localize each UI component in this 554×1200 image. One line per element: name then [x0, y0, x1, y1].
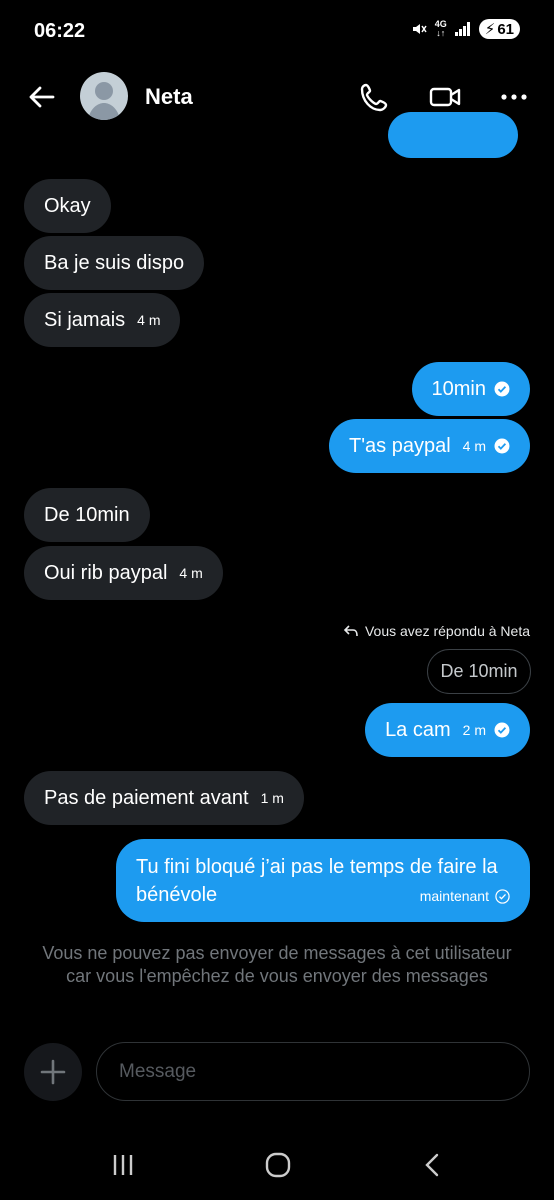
message-bubble-in[interactable]: Si jamais 4 m [24, 293, 181, 347]
message-bubble-in[interactable]: Pas de paiement avant 1 m [24, 771, 304, 825]
message-time: 2 m [462, 722, 486, 738]
message-bubble-out[interactable]: T'as paypal 4 m [329, 419, 530, 473]
reply-note-text: Vous avez répondu à Neta [364, 623, 530, 639]
message-time: 4 m [137, 312, 161, 328]
message-bubble-out[interactable]: 10min [411, 362, 530, 416]
battery-indicator: ⚡ 61 [478, 19, 520, 39]
message-input[interactable] [96, 1042, 530, 1101]
check-icon [494, 722, 510, 738]
message-text: T'as paypal [349, 434, 451, 457]
status-bar: 06:22 4G ↓↑ ⚡ 61 [0, 0, 554, 62]
add-media-button[interactable] [24, 1043, 82, 1101]
phone-icon[interactable] [358, 80, 392, 114]
default-avatar-icon [88, 82, 120, 120]
more-icon[interactable] [497, 80, 531, 114]
message-bubble-in[interactable]: Oui rib paypal 4 m [24, 546, 223, 600]
message-time: 1 m [260, 790, 284, 806]
home-icon[interactable] [261, 1150, 295, 1180]
check-icon [495, 888, 510, 904]
back-arrow-icon[interactable] [26, 82, 56, 112]
network-indicator: 4G ↓↑ [434, 19, 447, 38]
message-bubble-partial [388, 112, 518, 158]
message-time: 4 m [462, 438, 486, 454]
video-icon[interactable] [428, 80, 462, 114]
battery-level: 61 [497, 20, 514, 38]
message-time: 4 m [179, 565, 203, 581]
message-bubble-in[interactable]: De 10min [24, 488, 150, 542]
message-bubble-in[interactable]: Okay [24, 179, 111, 233]
message-text: Ba je suis dispo [44, 251, 185, 274]
status-icons: 4G ↓↑ ⚡ 61 [411, 19, 520, 39]
check-icon [494, 438, 510, 454]
avatar[interactable] [80, 72, 128, 120]
reply-icon [343, 625, 358, 637]
message-text: Okay [44, 194, 91, 217]
network-label: 4G [434, 19, 447, 29]
message-text: Pas de paiement avant [44, 786, 249, 809]
message-text: De 10min [44, 503, 130, 526]
signal-icon [454, 22, 470, 36]
message-bubble-in[interactable]: Ba je suis dispo [24, 236, 205, 290]
message-text: Oui rib paypal [44, 561, 168, 584]
message-bubble-out[interactable]: Tu fini bloqué j’ai pas le temps de fair… [116, 839, 530, 922]
recent-apps-icon[interactable] [106, 1150, 140, 1180]
message-text: La cam [385, 718, 451, 741]
system-nav-bar [0, 1130, 554, 1200]
reply-note: Vous avez répondu à Neta [343, 623, 530, 639]
message-bubble-out[interactable]: La cam 2 m [365, 703, 530, 757]
plus-icon [40, 1059, 66, 1085]
blocked-notice: Vous ne pouvez pas envoyer de messages à… [42, 943, 512, 986]
quoted-message[interactable]: De 10min [427, 649, 531, 694]
contact-name[interactable]: Neta [145, 84, 193, 110]
message-text: 10min [431, 377, 486, 400]
check-icon [494, 381, 510, 397]
back-nav-icon[interactable] [416, 1150, 450, 1180]
mute-icon [412, 24, 427, 34]
message-meta: maintenant [420, 882, 510, 910]
message-text: Si jamais [44, 308, 126, 331]
message-time: maintenant [419, 888, 489, 904]
status-time: 06:22 [34, 20, 86, 42]
